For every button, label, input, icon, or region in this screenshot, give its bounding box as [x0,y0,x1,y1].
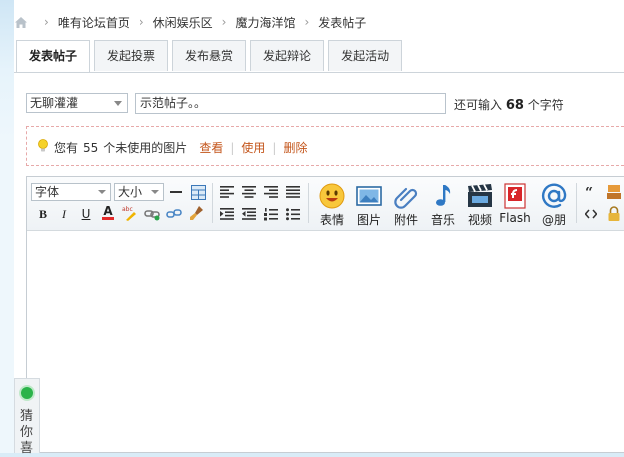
underline-button[interactable]: U [78,206,94,222]
mention-friend-button[interactable]: @朋 [537,183,571,227]
insert-link-icon[interactable] [144,206,160,222]
font-family-select[interactable]: 字体 [31,183,111,201]
view-images-link[interactable]: 查看 [199,139,223,156]
video-button[interactable]: 视频 [463,183,497,227]
post-type-tabs: 发表帖子 发起投票 发布悬赏 发起辩论 发起活动 [16,40,406,73]
music-button[interactable]: 音乐 [426,183,460,227]
breadcrumb-separator: › [304,15,310,29]
delete-images-link[interactable]: 删除 [283,139,307,156]
flash-label: Flash [499,211,531,225]
breadcrumb-separator: › [221,15,227,29]
lightbulb-icon [37,139,49,153]
align-center-icon[interactable] [241,184,257,200]
remaining-suffix: 个字符 [527,98,564,112]
remaining-count: 68 [505,98,524,113]
guess-you-like-label: 猜你喜 [20,409,34,456]
thread-type-value: 无聊灌灌 [30,96,79,110]
at-icon [541,183,567,209]
thread-type-select[interactable]: 无聊灌灌 [26,93,128,113]
film-icon [467,183,493,209]
status-dot-icon [21,387,33,399]
chevron-down-icon [98,190,106,194]
breadcrumb-leisure-area[interactable]: 休闲娱乐区 [150,14,216,31]
link-divider: | [230,140,235,155]
unused-images-suffix: 个未使用的图片 [103,141,188,155]
color-swatch [102,217,114,220]
image-icon [356,183,382,209]
use-images-link[interactable]: 使用 [241,139,265,156]
svg-text:abc: abc [122,206,133,213]
paperclip-icon [393,183,419,209]
tab-start-debate[interactable]: 发起辩论 [250,40,325,71]
emoticon-label: 表情 [319,213,344,227]
attachment-label: 附件 [393,213,418,227]
horizontal-rule-icon[interactable] [168,184,184,200]
chevron-down-icon [151,190,159,194]
music-note-icon [430,183,456,209]
toolbar-divider [308,183,309,223]
quote-icon[interactable]: “ [583,184,599,200]
tabs-divider [14,72,624,73]
ordered-list-icon[interactable] [263,206,279,222]
home-icon[interactable] [14,16,28,29]
attachment-button[interactable]: 附件 [389,183,423,227]
breadcrumb-current: 发表帖子 [318,15,367,30]
toolbar-divider [212,183,213,223]
breadcrumb-separator: › [138,15,144,29]
lock-icon[interactable] [606,206,622,222]
insert-image-button[interactable]: 图片 [352,183,386,227]
tab-start-activity[interactable]: 发起活动 [328,40,403,71]
code-icon[interactable] [583,206,599,222]
chevron-down-icon [114,101,122,106]
font-color-button[interactable]: A [100,205,116,221]
align-justify-icon[interactable] [285,184,301,200]
insert-image-label: 图片 [356,213,381,227]
flash-button[interactable]: Flash [498,183,532,227]
font-color-letter: A [103,204,113,218]
flash-icon [502,183,528,209]
font-size-select[interactable]: 大小 [114,183,164,201]
remaining-prefix: 还可输入 [454,98,503,112]
unused-images-count: 55 [83,140,99,155]
breadcrumb-separator: › [44,15,49,29]
align-right-icon[interactable] [263,184,279,200]
unused-images-text: 您有 55 个未使用的图片 查看 | 使用 | 删除 [54,139,309,156]
free-tag-icon[interactable] [606,184,622,200]
music-label: 音乐 [430,213,455,227]
tab-post-thread[interactable]: 发表帖子 [16,40,91,73]
highlight-icon[interactable]: abc [122,205,138,221]
bold-button[interactable]: B [35,206,51,222]
breadcrumb-forum-home[interactable]: 唯有论坛首页 [55,14,133,31]
tab-post-reward[interactable]: 发布悬赏 [172,40,247,71]
subject-input[interactable]: 示范帖子。。 [135,93,446,114]
breadcrumb-magic-ocean[interactable]: 魔力海洋馆 [232,14,298,31]
unordered-list-icon[interactable] [285,206,301,222]
outdent-icon[interactable] [241,206,257,222]
mention-friend-label: @朋 [541,213,566,227]
table-icon[interactable] [190,184,206,200]
align-left-icon[interactable] [219,184,235,200]
svg-text:“: “ [585,187,593,197]
italic-button[interactable]: I [56,206,72,222]
toolbar-divider [576,183,577,223]
remaining-chars: 还可输入 68 个字符 [454,96,564,113]
breadcrumb: › 唯有论坛首页 › 休闲娱乐区 › 魔力海洋馆 › 发表帖子 [14,12,369,32]
video-label: 视频 [467,213,492,227]
indent-icon[interactable] [219,206,235,222]
clear-format-brush-icon[interactable] [189,205,205,221]
emoticon-button[interactable]: 表情 [315,183,349,227]
font-family-label: 字体 [35,185,60,199]
unused-images-prefix: 您有 [54,141,79,155]
guess-you-like-panel[interactable]: 猜你喜 [14,378,40,456]
tab-start-poll[interactable]: 发起投票 [94,40,169,71]
font-size-label: 大小 [118,185,143,199]
unlink-icon[interactable] [166,206,182,222]
link-divider: | [272,140,277,155]
smiley-icon [319,183,345,209]
